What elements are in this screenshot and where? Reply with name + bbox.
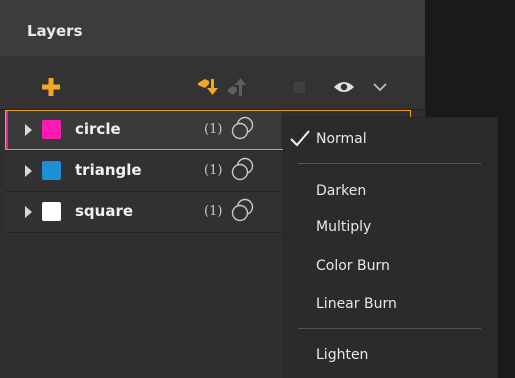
- expand-caret-icon[interactable]: [25, 124, 32, 136]
- chevron-down-icon[interactable]: [373, 83, 387, 92]
- shape-link-icon[interactable]: [231, 198, 255, 222]
- layer-name: square: [75, 202, 134, 220]
- blend-option-color-burn[interactable]: Color Burn: [284, 252, 497, 284]
- layers-toolbar: [0, 56, 425, 109]
- visibility-eye-icon[interactable]: [333, 80, 355, 94]
- blend-option-normal[interactable]: Normal: [284, 118, 497, 158]
- layer-count: (1): [204, 204, 223, 219]
- blend-option-label: Color Burn: [316, 258, 390, 274]
- blend-option-label: Linear Burn: [316, 296, 397, 312]
- shape-link-icon[interactable]: [231, 116, 255, 140]
- blend-option-label: Normal: [316, 131, 367, 147]
- layer-name: circle: [75, 120, 121, 138]
- blend-option-label: Multiply: [316, 219, 372, 235]
- checkmark-icon: [290, 130, 310, 147]
- menu-divider: [298, 163, 481, 164]
- layer-color-swatch[interactable]: [42, 161, 61, 180]
- square-icon[interactable]: [294, 82, 305, 93]
- selected-layer-indicator: [5, 110, 8, 150]
- menu-divider: [298, 328, 481, 329]
- blend-option-multiply[interactable]: Multiply: [284, 214, 497, 246]
- layer-count: (1): [204, 163, 223, 178]
- blend-option-label: Lighten: [316, 347, 369, 363]
- expand-caret-icon[interactable]: [25, 206, 32, 218]
- layer-row-circle[interactable]: circle (1): [5, 110, 281, 151]
- add-layer-icon[interactable]: [42, 78, 60, 96]
- expand-caret-icon[interactable]: [25, 165, 32, 177]
- shape-link-icon[interactable]: [231, 157, 255, 181]
- layer-row-square[interactable]: square (1): [5, 192, 281, 233]
- blend-option-darken[interactable]: Darken: [284, 176, 497, 208]
- blend-mode-menu: Normal Darken Multiply Color Burn Linear…: [284, 118, 497, 378]
- layer-color-swatch[interactable]: [42, 120, 61, 139]
- blend-option-label: Darken: [316, 183, 367, 199]
- panel-title: Layers: [27, 22, 83, 40]
- layer-count: (1): [204, 122, 223, 137]
- blend-option-lighten[interactable]: Lighten: [284, 340, 497, 372]
- layer-row-triangle[interactable]: triangle (1): [5, 151, 281, 192]
- move-up-icon[interactable]: [227, 78, 247, 96]
- panel-header: Layers: [0, 0, 425, 56]
- blend-option-linear-burn[interactable]: Linear Burn: [284, 290, 497, 322]
- layer-name: triangle: [75, 161, 142, 179]
- layer-color-swatch[interactable]: [42, 202, 61, 221]
- move-down-icon[interactable]: [197, 78, 219, 96]
